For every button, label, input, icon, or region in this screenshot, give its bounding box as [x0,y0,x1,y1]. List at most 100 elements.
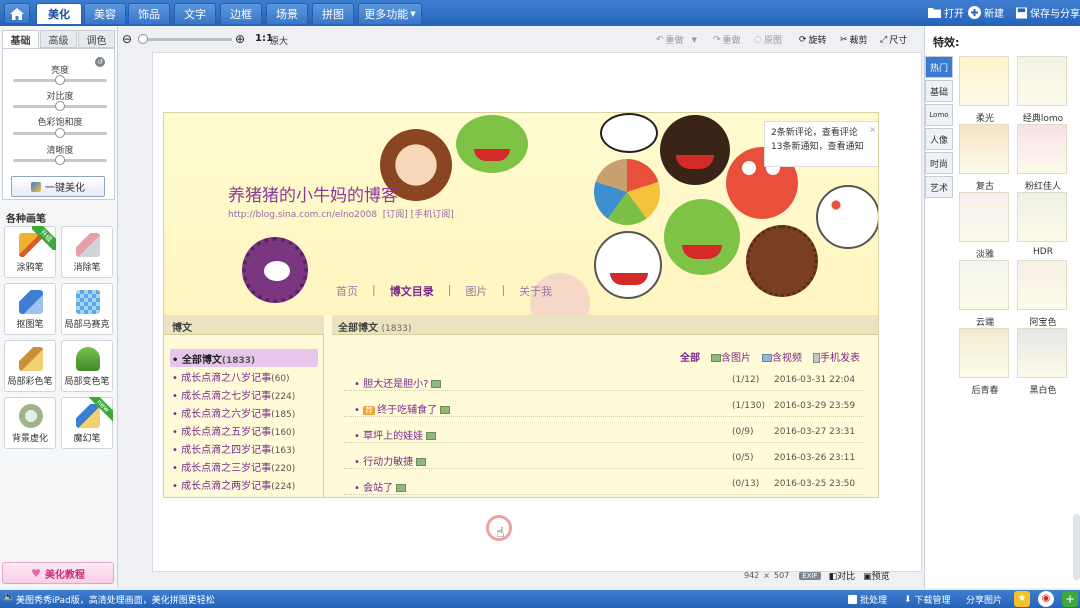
blog-url-text[interactable]: http://blog.sina.com.cn/elno2008 [228,210,377,220]
save-share-button[interactable]: 保存与分享 [1016,5,1080,20]
effects-scrollbar[interactable] [1073,514,1080,580]
category-item[interactable]: • 成长点滴之六岁记事(185) [172,405,326,420]
filter-all[interactable]: 全部 [680,349,700,364]
category-item[interactable]: • 成长点滴之两岁记事(224) [172,477,326,492]
effect-thumbnail[interactable]: 柔光 [959,56,1009,124]
image-icon [711,354,721,362]
star-icon[interactable]: ★ [1014,591,1030,607]
zoom-in-icon[interactable]: ⊕ [235,32,245,46]
redo-forward-button[interactable]: ↷ 重做 [713,33,741,47]
tool-local-recolor-pen[interactable]: 局部变色笔 [61,340,113,392]
preview-button[interactable]: ▣预览 [863,569,890,582]
subtab-basic[interactable]: 基础 [2,30,39,48]
category-item[interactable]: • 成长点滴之五岁记事(160) [172,423,326,438]
plus-icon[interactable]: + [1062,591,1078,607]
effect-thumbnail[interactable]: 云端 [959,260,1009,328]
blog-subscribe-links[interactable]: [订阅] [手机订阅] [383,210,454,220]
zoom-knob[interactable] [138,34,148,44]
tool-local-mosaic[interactable]: 局部马赛克 [61,283,113,335]
original-image-button[interactable]: ◌ 原图 [754,33,782,47]
effect-cat-lomo[interactable]: Lomo [925,104,953,126]
close-icon[interactable]: × [869,123,876,137]
blog-nav-pictures[interactable]: 图片 [465,283,487,299]
filter-mobile[interactable]: 手机发表 [810,349,860,364]
tab-collage[interactable]: 拼图 [312,3,354,24]
saturation-knob[interactable] [55,128,65,138]
tab-beautify[interactable]: 美化 [36,3,82,24]
tab-accessories[interactable]: 饰品 [128,3,170,24]
effect-thumbnail[interactable]: 经典lomo [1017,56,1067,124]
subtab-color[interactable]: 调色 [78,30,115,48]
brightness-slider[interactable] [13,75,107,85]
brightness-knob[interactable] [55,75,65,85]
tool-magic-pen[interactable]: new 魔幻笔 [61,397,113,449]
open-button[interactable]: 打开 [928,5,964,20]
tool-background-blur[interactable]: 背景虚化 [4,397,56,449]
filter-with-images[interactable]: 含图片 [708,349,751,364]
notice-comments[interactable]: 2条新评论，查看评论 [771,126,873,140]
tab-face[interactable]: 美容 [84,3,126,24]
contrast-slider[interactable] [13,101,107,111]
effect-thumbnail[interactable]: 阿宝色 [1017,260,1067,328]
saturation-slider[interactable] [13,128,107,138]
zoom-slider[interactable] [138,34,232,44]
tool-eraser-pen[interactable]: 消除笔 [61,226,113,278]
beautify-tutorial-button[interactable]: ♥ 美化教程 [2,562,114,584]
resize-button[interactable]: ⤢ 尺寸 [880,33,907,47]
one-click-beautify-button[interactable]: 一键美化 [11,176,105,197]
home-button[interactable] [4,3,30,24]
effect-thumbnail[interactable]: 后青春 [959,328,1009,396]
effect-cat-art[interactable]: 艺术 [925,176,953,198]
category-item[interactable]: • 成长点滴之八岁记事(60) [172,369,326,384]
effect-cat-fashion[interactable]: 时尚 [925,152,953,174]
tool-cutout-pen[interactable]: 抠图笔 [4,283,56,335]
edited-image[interactable]: 养猪猪的小牛妈的博客 http://blog.sina.com.cn/elno2… [163,112,879,498]
post-title-link[interactable]: • 胆大还是胆小? [354,375,442,390]
effect-thumbnail[interactable]: 淡雅 [959,192,1009,260]
effect-cat-portrait[interactable]: 人像 [925,128,953,150]
category-item[interactable]: • 成长点滴之三岁记事(220) [172,459,326,474]
effect-cat-hot[interactable]: 热门 [925,56,953,78]
tab-scene[interactable]: 场景 [266,3,308,24]
contrast-knob[interactable] [55,101,65,111]
sharpness-knob[interactable] [55,155,65,165]
category-item[interactable]: • 全部博文(1833) [172,351,326,366]
original-size-button[interactable]: 原大 [270,34,288,47]
blog-nav-home[interactable]: 首页 [336,283,358,299]
rotate-button[interactable]: ⟳ 旋转 [799,33,827,47]
filter-with-video[interactable]: 含视频 [759,349,802,364]
effect-cat-basic[interactable]: 基础 [925,80,953,102]
redo-button[interactable]: ↶ 重做 ▼ [656,33,697,47]
effect-thumbnail[interactable]: 复古 [959,124,1009,192]
sharpness-slider[interactable] [13,155,107,165]
crop-button[interactable]: ✂ 裁剪 [840,33,868,47]
category-item[interactable]: • 成长点滴之七岁记事(224) [172,387,326,402]
subtab-advanced[interactable]: 高级 [40,30,77,48]
tab-more-features[interactable]: 更多功能 ▼ [358,3,422,24]
effect-thumbnail[interactable]: HDR [1017,192,1067,257]
blog-nav-about[interactable]: 关于我 [519,283,552,299]
exif-button[interactable]: EXIF [799,571,821,580]
tool-doodle-pen[interactable]: 升级 涂鸦笔 [4,226,56,278]
effect-thumbnail[interactable]: 黑白色 [1017,328,1067,396]
post-title-link[interactable]: • 荐终于吃辅食了 [354,401,451,416]
weibo-icon[interactable]: ◉ [1038,591,1054,607]
compare-button[interactable]: ◧对比 [829,569,856,582]
new-button[interactable]: 新建 [968,5,1004,20]
blog-nav-articles[interactable]: 博文目录 [390,283,434,299]
status-promo-text[interactable]: 美图秀秀iPad版，高清处理画面，美化拼图更轻松 [16,593,215,606]
effect-thumbnail[interactable]: 粉红佳人 [1017,124,1067,192]
zoom-out-icon[interactable]: ⊖ [122,32,132,46]
tab-border[interactable]: 边框 [220,3,262,24]
speaker-icon[interactable]: 🔈 [3,592,15,603]
tool-local-color-pen[interactable]: 局部彩色笔 [4,340,56,392]
post-title-link[interactable]: • 草坪上的娃娃 [354,427,437,442]
tab-text[interactable]: 文字 [174,3,216,24]
post-title-link[interactable]: • 会站了 [354,479,407,494]
category-item[interactable]: • 成长点滴之四岁记事(163) [172,441,326,456]
post-title-link[interactable]: • 行动力敏捷 [354,453,427,468]
share-image-button[interactable]: 分享图片 [966,593,1002,606]
batch-button[interactable]: 批处理 [848,593,887,606]
download-manager-button[interactable]: ⬇ 下载管理 [904,593,951,607]
notice-notifications[interactable]: 13条新通知，查看通知 [771,140,873,154]
